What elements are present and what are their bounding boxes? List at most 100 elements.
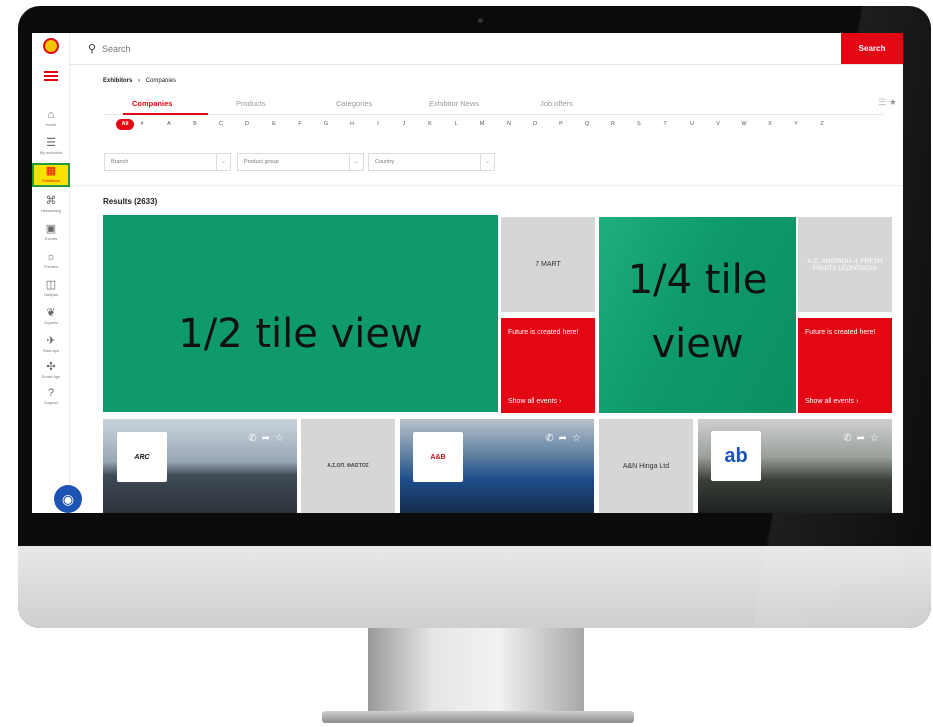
alpha-letter[interactable]: S xyxy=(633,121,645,127)
alpha-all[interactable]: All xyxy=(116,119,134,130)
show-all-events-link[interactable]: Show all events › xyxy=(508,398,561,405)
star-icon[interactable]: ★ xyxy=(889,97,897,107)
search-button[interactable]: Search xyxy=(841,33,903,64)
company-tile[interactable]: A&N Hinga Ltd xyxy=(599,419,693,513)
company-tile-ab2[interactable]: ab ✆➦☆ xyxy=(698,419,892,513)
breadcrumb: Exhibitors › Companies xyxy=(103,78,176,84)
alpha-letter[interactable]: P xyxy=(555,121,567,127)
alpha-letter[interactable]: A xyxy=(163,121,175,127)
alpha-letter[interactable]: E xyxy=(268,121,280,127)
alpha-letter[interactable]: U xyxy=(686,121,698,127)
star-outline-icon[interactable]: ☆ xyxy=(572,433,586,444)
alpha-letter[interactable]: V xyxy=(712,121,724,127)
tab-job-offers[interactable]: Job offers xyxy=(540,99,573,108)
events-promo-tile[interactable]: Future is created here! Show all events … xyxy=(501,318,595,413)
view-toggle: ☰ ★ xyxy=(878,97,897,108)
alpha-letter[interactable]: B xyxy=(189,121,201,127)
ab2-logo: ab xyxy=(724,444,748,467)
sidebar-item-organic[interactable]: ❦ Organic xyxy=(32,307,70,325)
tab-exhibitor-news[interactable]: Exhibitor News xyxy=(429,99,479,108)
quarter-tile-label-line2: view xyxy=(651,321,744,367)
sidebar: ⌂ Home ☰ My schedule ▦ Exhibitors ⌘ Netw… xyxy=(32,33,70,513)
sidebar-item-smart-agri[interactable]: ✣ Smart Agri xyxy=(32,361,70,379)
country-select[interactable]: Country ⌄ xyxy=(368,153,495,171)
promo-text: Future is created here! xyxy=(508,329,579,336)
alpha-letter[interactable]: F xyxy=(294,121,306,127)
alpha-letter[interactable]: Z xyxy=(816,121,828,127)
sidebar-item-events[interactable]: ▣ Events xyxy=(32,223,70,241)
tab-products[interactable]: Products xyxy=(236,99,266,108)
alpha-letter[interactable]: I xyxy=(372,121,384,127)
alpha-letter[interactable]: M xyxy=(476,121,488,127)
hallplan-icon: ◫ xyxy=(45,279,57,291)
fingerprint-icon[interactable]: ◉ xyxy=(54,485,82,513)
company-tile-ab[interactable]: A&B ✆➦☆ xyxy=(400,419,594,513)
show-all-events-link[interactable]: Show all events › xyxy=(805,398,858,405)
brand-logo[interactable] xyxy=(43,38,59,54)
alpha-letter[interactable]: J xyxy=(398,121,410,127)
phone-icon[interactable]: ✆ xyxy=(248,433,261,444)
alpha-letter[interactable]: D xyxy=(241,121,253,127)
alpha-letter[interactable]: Q xyxy=(581,121,593,127)
half-tile[interactable]: 1/2 tile view xyxy=(103,215,498,412)
startups-icon: ✈ xyxy=(46,335,56,347)
tab-categories[interactable]: Categories xyxy=(336,99,372,108)
quarter-tile[interactable]: 1/4 tile view xyxy=(599,217,796,413)
phone-icon[interactable]: ✆ xyxy=(545,433,558,444)
company-tile[interactable]: Α.Σ.ΟΠ. ΦΑΙΣΤΟΣ xyxy=(301,419,395,513)
sidebar-item-hallplan[interactable]: ◫ Hallplan xyxy=(32,279,70,297)
alpha-letter[interactable]: C xyxy=(215,121,227,127)
alpha-letter[interactable]: W xyxy=(738,121,750,127)
branch-select[interactable]: Branch ⌄ xyxy=(104,153,231,171)
sidebar-item-label: Preview xyxy=(43,264,59,269)
tab-companies[interactable]: Companies xyxy=(132,99,172,108)
company-tile[interactable]: 7 MART xyxy=(501,217,595,312)
search-input[interactable] xyxy=(102,40,702,58)
quarter-tile-label-line1: 1/4 tile xyxy=(627,257,768,303)
product-group-select[interactable]: Product group ⌄ xyxy=(237,153,364,171)
divider xyxy=(70,185,903,186)
list-view-icon[interactable]: ☰ xyxy=(878,97,886,107)
alpha-letter[interactable]: K xyxy=(424,121,436,127)
product-group-select-label: Product group xyxy=(244,159,279,165)
alpha-letter[interactable]: N xyxy=(503,121,515,127)
alpha-letter[interactable]: Y xyxy=(790,121,802,127)
company-name: A.C. ANIDROU -L FRESH FRUITS LEONTIADIS xyxy=(807,257,883,272)
sidebar-item-preview[interactable]: ☼ Preview xyxy=(32,251,70,269)
alpha-letter[interactable]: X xyxy=(764,121,776,127)
company-logo: A&B xyxy=(413,432,463,482)
star-outline-icon[interactable]: ☆ xyxy=(275,433,289,444)
company-tile-arc[interactable]: ARC ✆➦☆ xyxy=(103,419,297,513)
phone-icon[interactable]: ✆ xyxy=(843,433,856,444)
company-tile[interactable]: A.C. ANIDROU -L FRESH FRUITS LEONTIADIS xyxy=(798,217,892,312)
share-icon[interactable]: ➦ xyxy=(857,433,870,444)
sidebar-item-label: Support xyxy=(43,400,58,405)
sidebar-item-startups[interactable]: ✈ Start-ups xyxy=(32,335,70,353)
alpha-letter[interactable]: R xyxy=(607,121,619,127)
app-screen: ⌂ Home ☰ My schedule ▦ Exhibitors ⌘ Netw… xyxy=(32,33,903,513)
company-name: 7 MART xyxy=(535,261,561,268)
sidebar-item-label: Start-ups xyxy=(42,348,60,353)
sidebar-item-home[interactable]: ⌂ Home xyxy=(32,109,70,127)
company-logo: ARC xyxy=(117,432,167,482)
breadcrumb-root[interactable]: Exhibitors xyxy=(103,78,132,84)
star-outline-icon[interactable]: ☆ xyxy=(870,433,884,444)
top-bar: ⚲ Search xyxy=(70,33,903,65)
sidebar-item-my-schedule[interactable]: ☰ My schedule xyxy=(32,137,70,155)
alpha-letter[interactable]: O xyxy=(529,121,541,127)
events-promo-tile[interactable]: Future is created here! Show all events … xyxy=(798,318,892,413)
sidebar-item-exhibitors[interactable]: ▦ Exhibitors xyxy=(32,163,70,187)
sidebar-item-support[interactable]: ? Support xyxy=(32,387,70,405)
chevron-down-icon: ⌄ xyxy=(480,154,494,170)
alpha-letter[interactable]: L xyxy=(450,121,462,127)
sidebar-item-networking[interactable]: ⌘ Networking xyxy=(32,195,70,213)
alpha-letter[interactable]: G xyxy=(320,121,332,127)
share-icon[interactable]: ➦ xyxy=(559,433,572,444)
hamburger-menu-icon[interactable] xyxy=(44,71,58,81)
country-select-label: Country xyxy=(375,159,395,165)
alpha-letter[interactable]: T xyxy=(659,121,671,127)
share-icon[interactable]: ➦ xyxy=(262,433,275,444)
alpha-letter[interactable]: # xyxy=(136,121,148,127)
alpha-letter[interactable]: H xyxy=(346,121,358,127)
company-logo: ab xyxy=(711,431,761,481)
